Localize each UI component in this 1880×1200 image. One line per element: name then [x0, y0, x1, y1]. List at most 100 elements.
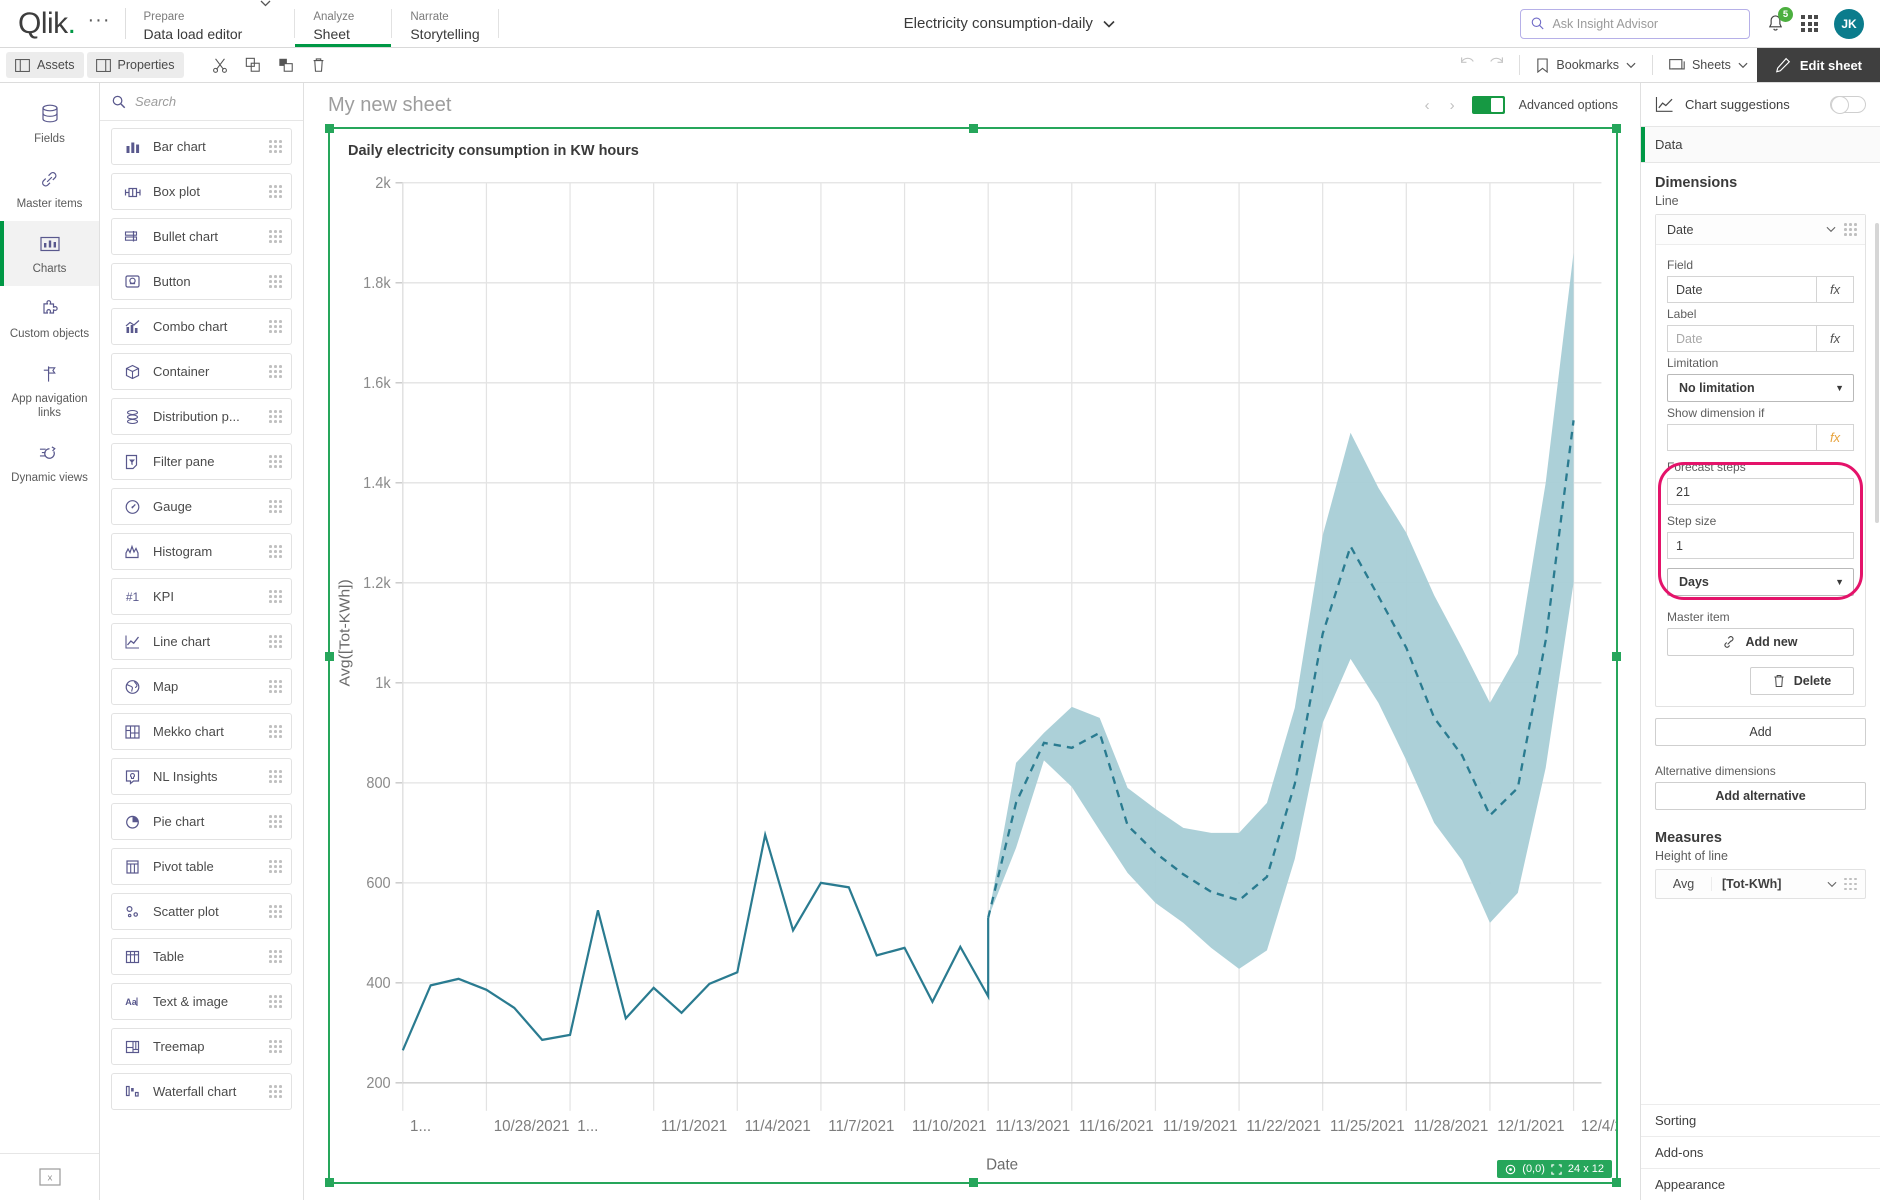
label-input[interactable]	[1667, 325, 1816, 352]
advanced-options-toggle[interactable]	[1472, 96, 1505, 114]
add-new-master-item-button[interactable]: Add new	[1667, 628, 1854, 656]
resize-handle-top-center[interactable]	[969, 124, 978, 133]
drag-handle-icon[interactable]	[269, 815, 282, 828]
drag-handle-icon[interactable]	[269, 1040, 282, 1053]
bookmarks-button[interactable]: Bookmarks	[1527, 52, 1645, 78]
chart-library-item-nl-insights[interactable]: NL Insights	[111, 758, 292, 795]
add-dimension-button[interactable]: Add	[1655, 718, 1866, 746]
step-unit-select[interactable]: Days ▼	[1667, 568, 1854, 596]
drag-handle-icon[interactable]	[269, 1085, 282, 1098]
chart-library-item-pie-chart[interactable]: Pie chart	[111, 803, 292, 840]
drag-handle-icon[interactable]	[269, 320, 282, 333]
chart-library-item-combo-chart[interactable]: Combo chart	[111, 308, 292, 345]
chart-library-item-bullet-chart[interactable]: Bullet chart	[111, 218, 292, 255]
app-grid-icon[interactable]	[1801, 15, 1818, 32]
chart-library-item-line-chart[interactable]: Line chart	[111, 623, 292, 660]
drag-handle-icon[interactable]	[269, 185, 282, 198]
chart-library-item-waterfall-chart[interactable]: Waterfall chart	[111, 1073, 292, 1110]
drag-handle-icon[interactable]	[269, 410, 282, 423]
drag-handle-icon[interactable]	[269, 590, 282, 603]
dimension-header[interactable]: Date	[1656, 215, 1865, 245]
chart-library-item-box-plot[interactable]: Box plot	[111, 173, 292, 210]
limitation-select[interactable]: No limitation ▼	[1667, 374, 1854, 402]
nav-prepare[interactable]: Prepare Data load editor	[126, 0, 261, 47]
sheets-button[interactable]: Sheets	[1660, 52, 1757, 78]
chart-plot-area[interactable]: 2004006008001k1.2k1.4k1.6k1.8k2k1...10/2…	[330, 165, 1616, 1182]
drag-handle-icon[interactable]	[269, 140, 282, 153]
add-alternative-button[interactable]: Add alternative	[1655, 782, 1866, 810]
chart-library-item-table[interactable]: Table	[111, 938, 292, 975]
chevron-down-icon[interactable]	[260, 0, 294, 7]
line-chart-svg[interactable]: 2004006008001k1.2k1.4k1.6k1.8k2k1...10/2…	[330, 165, 1616, 1182]
drag-handle-icon[interactable]	[1844, 878, 1857, 891]
sidebar-item-master-items[interactable]: Master items	[0, 156, 99, 221]
chevron-down-icon[interactable]	[1103, 20, 1115, 28]
paste-icon[interactable]	[271, 52, 301, 78]
sidebar-item-charts[interactable]: Charts	[0, 221, 99, 286]
forecast-steps-input[interactable]	[1667, 478, 1854, 505]
drag-handle-icon[interactable]	[269, 500, 282, 513]
insight-advisor-search[interactable]	[1520, 9, 1750, 39]
chart-library-item-pivot-table[interactable]: Pivot table	[111, 848, 292, 885]
drag-handle-icon[interactable]	[269, 950, 282, 963]
chart-suggestions-toggle[interactable]	[1830, 96, 1866, 113]
accordion-add-ons[interactable]: Add-ons	[1641, 1136, 1880, 1168]
avatar[interactable]: JK	[1834, 9, 1864, 39]
drag-handle-icon[interactable]	[269, 545, 282, 558]
sidebar-item-fields[interactable]: Fields	[0, 91, 99, 156]
nav-narrate[interactable]: Narrate Storytelling	[392, 0, 497, 47]
selected-visualization[interactable]: Daily electricity consumption in KW hour…	[328, 127, 1618, 1184]
notifications-button[interactable]: 5	[1766, 14, 1785, 34]
delete-icon[interactable]	[304, 52, 334, 78]
drag-handle-icon[interactable]	[1844, 223, 1857, 236]
delete-dimension-button[interactable]: Delete	[1750, 667, 1854, 695]
prev-sheet-button[interactable]: ‹	[1422, 97, 1433, 114]
step-size-input[interactable]	[1667, 532, 1854, 559]
chart-library-item-container[interactable]: Container	[111, 353, 292, 390]
nav-analyze[interactable]: Analyze Sheet	[295, 0, 391, 47]
properties-toggle-button[interactable]: Properties	[87, 52, 184, 78]
drag-handle-icon[interactable]	[269, 770, 282, 783]
drag-handle-icon[interactable]	[269, 725, 282, 738]
resize-handle-top-left[interactable]	[325, 124, 334, 133]
chart-library-item-kpi[interactable]: #1KPI	[111, 578, 292, 615]
chart-library-item-filter-pane[interactable]: Filter pane	[111, 443, 292, 480]
drag-handle-icon[interactable]	[269, 995, 282, 1008]
ellipsis-icon[interactable]: ···	[88, 16, 111, 32]
app-title-area[interactable]: Electricity consumption-daily	[499, 0, 1520, 47]
undo-icon[interactable]	[1452, 48, 1482, 74]
copy-icon[interactable]	[238, 52, 268, 78]
chart-library-item-map[interactable]: Map	[111, 668, 292, 705]
resize-handle-top-right[interactable]	[1612, 124, 1621, 133]
tab-data[interactable]: Data	[1641, 127, 1880, 163]
label-expression-button[interactable]: fx	[1816, 325, 1854, 352]
qlik-logo[interactable]: Qlik.	[18, 9, 76, 39]
chart-library-item-treemap[interactable]: Treemap	[111, 1028, 292, 1065]
cut-icon[interactable]	[205, 52, 235, 78]
chart-library-item-mekko-chart[interactable]: Mekko chart	[111, 713, 292, 750]
accordion-appearance[interactable]: Appearance	[1641, 1168, 1880, 1200]
drag-handle-icon[interactable]	[269, 635, 282, 648]
drag-handle-icon[interactable]	[269, 860, 282, 873]
chart-library-item-button[interactable]: Button	[111, 263, 292, 300]
chart-library-item-gauge[interactable]: Gauge	[111, 488, 292, 525]
page-title[interactable]: My new sheet	[328, 94, 451, 117]
drag-handle-icon[interactable]	[269, 455, 282, 468]
sidebar-item-app-navigation-links[interactable]: App navigation links	[0, 351, 99, 430]
drag-handle-icon[interactable]	[269, 680, 282, 693]
assets-toggle-button[interactable]: Assets	[6, 52, 84, 78]
chart-library-item-distribution-p[interactable]: Distribution p...	[111, 398, 292, 435]
chart-library-item-text-image[interactable]: AaText & image	[111, 983, 292, 1020]
chevron-down-icon[interactable]	[1826, 226, 1836, 233]
drag-handle-icon[interactable]	[269, 905, 282, 918]
edit-sheet-button[interactable]: Edit sheet	[1757, 48, 1880, 82]
accordion-sorting[interactable]: Sorting	[1641, 1104, 1880, 1136]
chart-library-item-scatter-plot[interactable]: Scatter plot	[111, 893, 292, 930]
show-dimension-if-expression-button[interactable]: fx	[1816, 424, 1854, 451]
next-sheet-button[interactable]: ›	[1447, 97, 1458, 114]
search-input[interactable]	[1552, 17, 1739, 31]
redo-icon[interactable]	[1482, 48, 1512, 74]
chart-library-item-bar-chart[interactable]: Bar chart	[111, 128, 292, 165]
measure-card[interactable]: Avg [Tot-KWh]	[1655, 869, 1866, 899]
drag-handle-icon[interactable]	[269, 365, 282, 378]
